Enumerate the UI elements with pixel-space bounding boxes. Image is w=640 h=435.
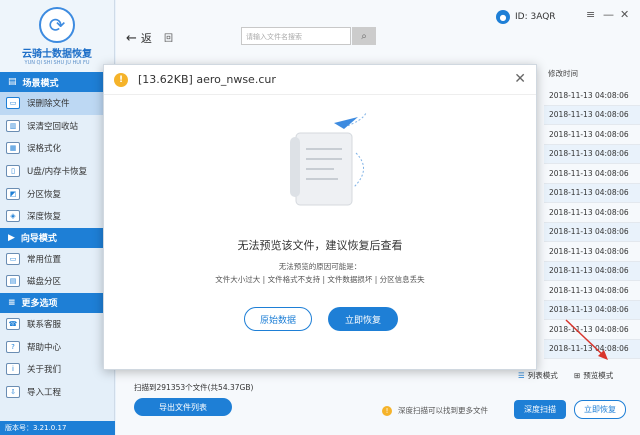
warning-icon: ! xyxy=(114,72,128,87)
logo: ⟳ 云骑士数据恢复 YUN QI SHI SHU JU HUI FU xyxy=(0,0,114,72)
sidebar-item-usb[interactable]: ▯ U盘/内存卡恢复 xyxy=(0,160,114,183)
red-arrow-annotation xyxy=(565,319,608,360)
close-icon[interactable]: ✕ xyxy=(514,71,526,87)
wizard-icon: ▶ xyxy=(8,232,15,243)
deep-scan-button[interactable]: 深度扫描 xyxy=(514,400,566,419)
section-scene-mode[interactable]: ▤ 场景模式 xyxy=(0,72,114,92)
sidebar: ⟳ 云骑士数据恢复 YUN QI SHI SHU JU HUI FU ▤ 场景模式… xyxy=(0,0,115,435)
preview-dialog: ! [13.62KB] aero_nwse.cur ✕ 无法预览该文件，建议恢复… xyxy=(103,64,537,370)
sidebar-item-contact[interactable]: ☎ 联系客服 xyxy=(0,313,114,336)
dialog-header: ! [13.62KB] aero_nwse.cur xyxy=(104,65,536,95)
deep-scan-tip: ! 深度扫描可以找到更多文件 xyxy=(382,405,488,416)
close-window-icon[interactable]: ✕ xyxy=(620,8,629,21)
sidebar-item-deep-recovery[interactable]: ◈ 深度恢复 xyxy=(0,205,114,228)
bottom-bar: 扫描到291353个文件(共54.37GB) 导出文件列表 ! 深度扫描可以找到更… xyxy=(116,378,640,435)
menu-icon: ≡ xyxy=(8,297,16,308)
top-bar: ← 返 回 请输入文件名搜索 ⌕ ● ID: 3AQR ≡ — ✕ xyxy=(116,0,640,68)
table-row[interactable]: 2018-11-13 04:08:06 xyxy=(544,261,640,281)
search-input[interactable]: 请输入文件名搜索 xyxy=(241,27,351,45)
sidebar-item-partition[interactable]: ◩ 分区恢复 xyxy=(0,182,114,205)
partition-icon: ◩ xyxy=(6,187,20,200)
scene-icon: ▤ xyxy=(8,77,17,87)
help-icon: ? xyxy=(6,340,20,353)
table-row[interactable]: 2018-11-13 04:08:06 xyxy=(544,203,640,223)
monitor-icon: ▭ xyxy=(6,252,20,265)
info-icon: i xyxy=(6,363,20,376)
table-row[interactable]: 2018-11-13 04:08:06 xyxy=(544,105,640,125)
document-illustration xyxy=(290,113,367,206)
headset-icon: ☎ xyxy=(6,318,20,331)
table-row[interactable]: 2018-11-13 04:08:06 xyxy=(544,86,640,106)
menu-icon[interactable]: ≡ xyxy=(586,8,595,21)
sidebar-item-deleted-files[interactable]: ▭ 误删除文件 xyxy=(0,92,114,115)
section-more-options[interactable]: ≡ 更多选项 xyxy=(0,292,114,313)
import-icon: ⇩ xyxy=(6,385,20,398)
dialog-message: 无法预览该文件，建议恢复后查看 xyxy=(237,239,403,252)
scan-summary: 扫描到291353个文件(共54.37GB) xyxy=(134,383,254,392)
usb-icon: ▯ xyxy=(6,165,20,178)
user-icon: ● xyxy=(496,10,510,24)
file-icon: ▭ xyxy=(6,97,20,110)
recover-button[interactable]: 立即恢复 xyxy=(574,400,626,419)
export-list-button[interactable]: 导出文件列表 xyxy=(134,398,232,416)
logo-title: 云骑士数据恢复 xyxy=(22,48,92,60)
minimize-icon[interactable]: — xyxy=(603,8,614,21)
deep-icon: ◈ xyxy=(6,210,20,223)
recover-now-button[interactable]: 立即恢复 xyxy=(328,307,398,331)
table-row[interactable]: 2018-11-13 04:08:06 xyxy=(544,144,640,164)
dialog-title: [13.62KB] aero_nwse.cur xyxy=(138,73,276,86)
version-label: 版本号：3.21.0.17 xyxy=(0,421,115,435)
sidebar-item-import[interactable]: ⇩ 导入工程 xyxy=(0,381,114,404)
dialog-reasons: 文件大小过大 | 文件格式不支持 | 文件数据损坏 | 分区信息丢失 xyxy=(215,275,425,284)
sidebar-item-help[interactable]: ? 帮助中心 xyxy=(0,335,114,358)
raw-data-button[interactable]: 原始数据 xyxy=(244,307,312,331)
logo-subtitle: YUN QI SHI SHU JU HUI FU xyxy=(24,59,90,66)
user-id: ● ID: 3AQR xyxy=(496,10,556,24)
table-row[interactable]: 2018-11-13 04:08:06 xyxy=(544,242,640,262)
table-row[interactable]: 2018-11-13 04:08:06 xyxy=(544,183,640,203)
logo-icon: ⟳ xyxy=(39,6,75,43)
table-row[interactable]: 2018-11-13 04:08:06 xyxy=(544,222,640,242)
disk-icon: ▤ xyxy=(6,275,20,288)
trash-icon: ▥ xyxy=(6,119,20,132)
table-row[interactable]: 2018-11-13 04:08:06 xyxy=(544,125,640,145)
sidebar-item-recycle-bin[interactable]: ▥ 误清空回收站 xyxy=(0,115,114,138)
arrow-left-icon: ← xyxy=(126,31,137,46)
column-header-modified[interactable]: 修改时间 xyxy=(548,68,578,79)
sidebar-item-about[interactable]: i 关于我们 xyxy=(0,358,114,381)
sidebar-item-common-locations[interactable]: ▭ 常用位置 xyxy=(0,248,114,271)
home-button[interactable]: 回 xyxy=(164,31,173,44)
format-icon: ▦ xyxy=(6,142,20,155)
search-button[interactable]: ⌕ xyxy=(352,27,376,45)
search-icon: ⌕ xyxy=(361,30,367,42)
sidebar-item-disk-partition[interactable]: ▤ 磁盘分区 xyxy=(0,270,114,293)
table-row[interactable]: 2018-11-13 04:08:06 xyxy=(544,281,640,301)
back-button[interactable]: ← 返 xyxy=(126,30,152,46)
table-row[interactable]: 2018-11-13 04:08:06 xyxy=(544,164,640,184)
section-wizard-mode[interactable]: ▶ 向导模式 xyxy=(0,227,114,248)
warning-icon: ! xyxy=(382,405,392,416)
sidebar-item-formatted[interactable]: ▦ 误格式化 xyxy=(0,137,114,160)
dialog-reason-title: 无法预览的原因可能是： xyxy=(278,262,362,271)
